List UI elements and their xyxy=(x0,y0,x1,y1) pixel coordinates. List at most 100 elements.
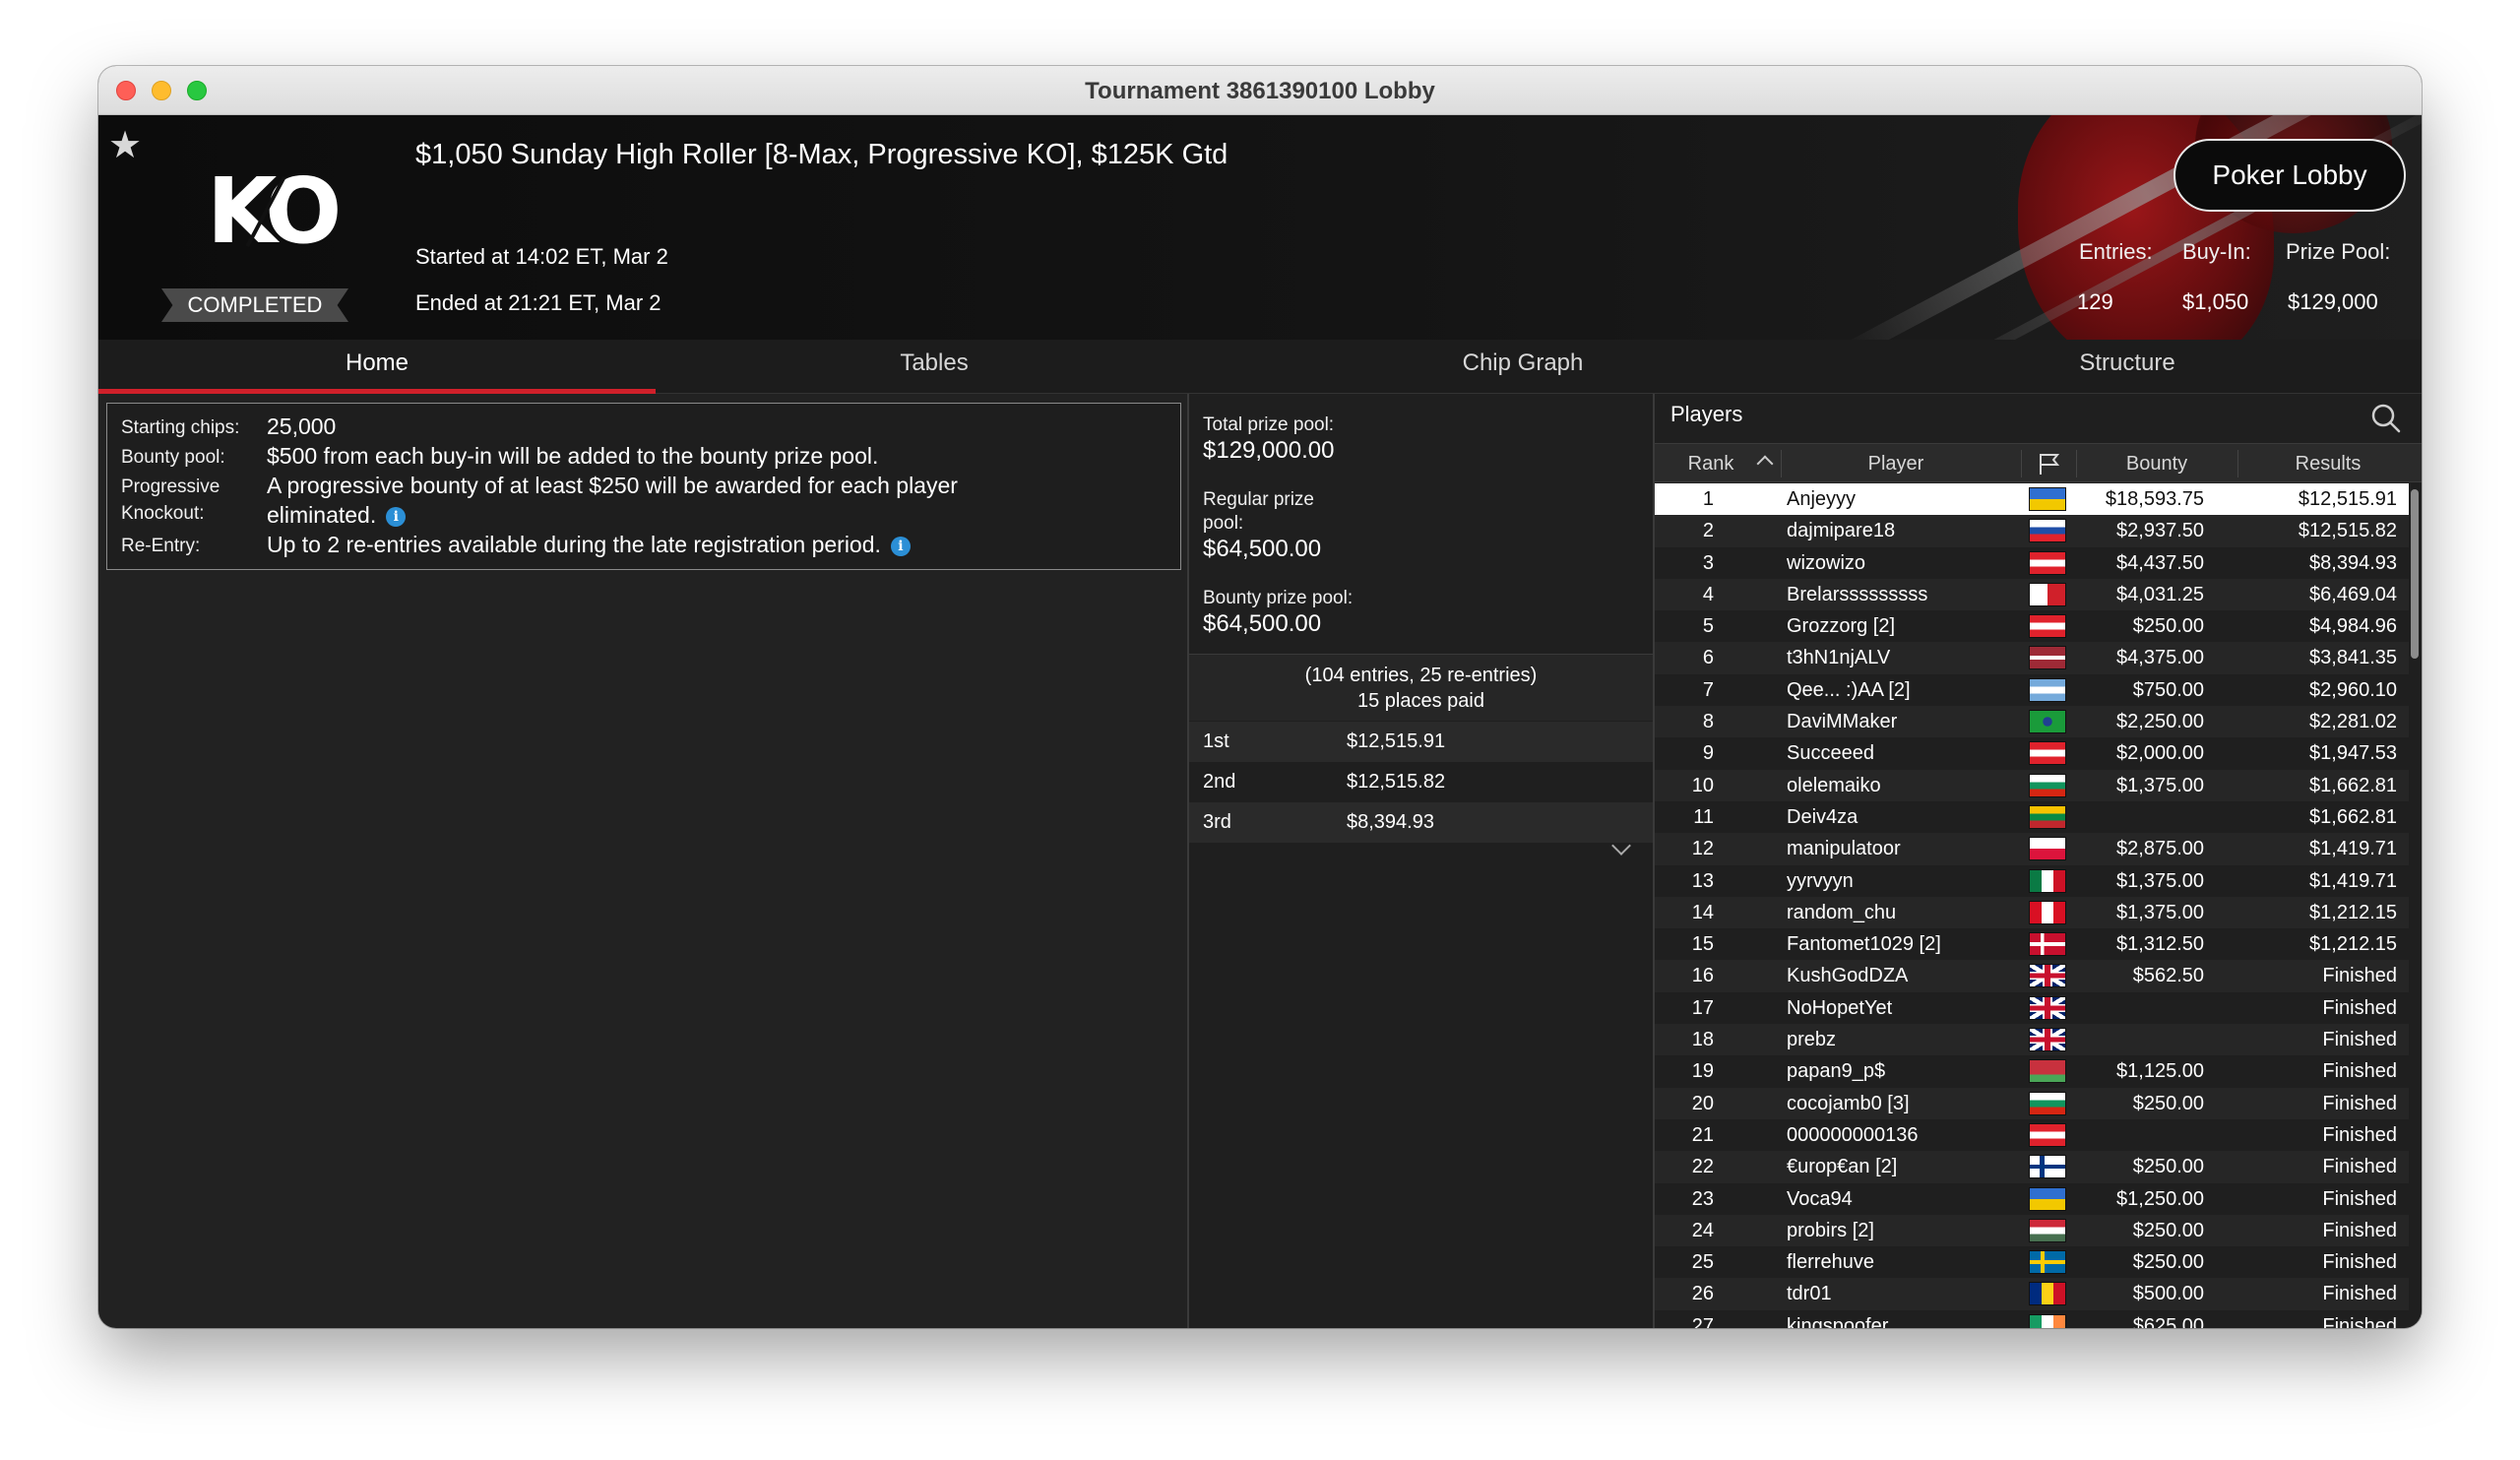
player-bounty: $2,000.00 xyxy=(2116,742,2204,765)
player-row[interactable]: 12 manipulatoor $2,875.00 $1,419.71 xyxy=(1655,833,2409,865)
player-row[interactable]: 20 cocojamb0 [3] $250.00 Finished xyxy=(1655,1087,2409,1119)
tournament-lobby-window: Tournament 3861390100 Lobby ★ KO COMPLET… xyxy=(98,66,2422,1328)
player-bounty: $250.00 xyxy=(2132,1092,2204,1114)
player-result: $6,469.04 xyxy=(2309,583,2397,605)
poker-lobby-button[interactable]: Poker Lobby xyxy=(2174,139,2406,212)
player-rank: 24 xyxy=(1691,1219,1714,1241)
starting-chips-value: 25,000 xyxy=(267,413,337,439)
total-prize-value: $129,000.00 xyxy=(1203,437,1335,464)
country-flag-icon xyxy=(2029,995,2066,1020)
player-bounty: $250.00 xyxy=(2132,1219,2204,1241)
buyin-label: Buy-In: xyxy=(2182,239,2251,264)
tab-tables[interactable]: Tables xyxy=(656,340,1213,394)
player-row[interactable]: 1 Anjeyyy $18,593.75 $12,515.91 xyxy=(1655,483,2409,516)
player-row[interactable]: 17 NoHopetYet Finished xyxy=(1655,992,2409,1024)
player-name: €urop€an [2] xyxy=(1787,1156,1898,1178)
player-row[interactable]: 24 probirs [2] $250.00 Finished xyxy=(1655,1214,2409,1247)
title-bar: Tournament 3861390100 Lobby xyxy=(98,66,2422,115)
bounty-column-header[interactable]: Bounty xyxy=(2078,444,2236,483)
flag-icon[interactable] xyxy=(2037,452,2060,476)
player-result: $1,662.81 xyxy=(2309,774,2397,796)
country-flag-icon xyxy=(2029,519,2066,543)
progressive-value-line-1: A progressive bounty of at least $250 wi… xyxy=(267,473,958,498)
search-icon[interactable] xyxy=(2371,404,2401,433)
tab-structure[interactable]: Structure xyxy=(1833,340,2422,394)
player-name: Voca94 xyxy=(1787,1187,1853,1210)
progressive-value-text: eliminated. xyxy=(267,502,377,528)
reentry-value-line: Up to 2 re-entries available during the … xyxy=(267,530,1153,559)
player-rank: 2 xyxy=(1702,520,1714,542)
player-rank: 3 xyxy=(1702,551,1714,574)
progressive-label: Progressive xyxy=(121,476,220,497)
country-flag-icon xyxy=(2029,1250,2066,1275)
player-result: $3,841.35 xyxy=(2309,647,2397,669)
player-row[interactable]: 23 Voca94 $1,250.00 Finished xyxy=(1655,1183,2409,1215)
player-result: Finished xyxy=(2322,996,2397,1019)
player-result: $12,515.82 xyxy=(2298,520,2397,542)
player-rank: 26 xyxy=(1691,1283,1714,1305)
player-rank: 23 xyxy=(1691,1187,1714,1210)
player-rank: 18 xyxy=(1691,1029,1714,1051)
started-time: Started at 14:02 ET, Mar 2 xyxy=(415,244,668,269)
player-row[interactable]: 10 olelemaiko $1,375.00 $1,662.81 xyxy=(1655,769,2409,801)
player-row[interactable]: 26 tdr01 $500.00 Finished xyxy=(1655,1278,2409,1310)
player-bounty: $1,125.00 xyxy=(2116,1060,2204,1083)
player-rank: 1 xyxy=(1702,488,1714,510)
player-result: $12,515.91 xyxy=(2298,488,2397,510)
player-rank: 5 xyxy=(1702,615,1714,638)
favorite-star-icon[interactable]: ★ xyxy=(108,123,142,167)
player-name: manipulatoor xyxy=(1787,838,1901,860)
player-row[interactable]: 8 DaviMMaker $2,250.00 $2,281.02 xyxy=(1655,706,2409,738)
country-flag-icon xyxy=(2029,1218,2066,1242)
player-result: Finished xyxy=(2322,1187,2397,1210)
player-bounty: $625.00 xyxy=(2132,1314,2204,1328)
player-row[interactable]: 13 yyrvyyn $1,375.00 $1,419.71 xyxy=(1655,865,2409,897)
player-rank: 22 xyxy=(1691,1156,1714,1178)
player-row[interactable]: 22 €urop€an [2] $250.00 Finished xyxy=(1655,1151,2409,1183)
rank-column-header[interactable]: Rank xyxy=(1655,444,1767,483)
country-flag-icon xyxy=(2029,582,2066,606)
player-row[interactable]: 5 Grozzorg [2] $250.00 $4,984.96 xyxy=(1655,610,2409,642)
player-rank: 11 xyxy=(1693,805,1714,828)
player-row[interactable]: 7 Qee... :)AA [2] $750.00 $2,960.10 xyxy=(1655,674,2409,706)
player-row[interactable]: 14 random_chu $1,375.00 $1,212.15 xyxy=(1655,896,2409,929)
player-result: $2,281.02 xyxy=(2309,711,2397,733)
player-column-header[interactable]: Player xyxy=(1783,444,2009,483)
scrollbar[interactable] xyxy=(2411,489,2419,659)
player-row[interactable]: 18 prebz Finished xyxy=(1655,1024,2409,1056)
tab-home[interactable]: Home xyxy=(98,340,656,394)
player-row[interactable]: 25 flerrehuve $250.00 Finished xyxy=(1655,1246,2409,1278)
player-result: $2,960.10 xyxy=(2309,678,2397,701)
player-row[interactable]: 27 kingspoofer $625.00 Finished xyxy=(1655,1310,2409,1328)
player-name: Deiv4za xyxy=(1787,805,1858,828)
info-icon[interactable]: i xyxy=(386,506,407,527)
info-icon[interactable]: i xyxy=(890,536,911,556)
player-rank: 15 xyxy=(1691,933,1714,956)
player-result: Finished xyxy=(2322,1251,2397,1274)
payout-place: 3rd xyxy=(1203,811,1231,833)
results-column-header[interactable]: Results xyxy=(2239,444,2417,483)
player-row[interactable]: 9 Succeeed $2,000.00 $1,947.53 xyxy=(1655,737,2409,769)
player-row[interactable]: 6 t3hN1njALV $4,375.00 $3,841.35 xyxy=(1655,642,2409,674)
payout-row: 2nd $12,515.82 xyxy=(1189,762,1653,802)
player-bounty: $250.00 xyxy=(2132,1156,2204,1178)
player-rank: 19 xyxy=(1691,1060,1714,1083)
player-row[interactable]: 4 Brelarsssssssss $4,031.25 $6,469.04 xyxy=(1655,578,2409,611)
country-flag-icon xyxy=(2029,614,2066,639)
player-row[interactable]: 2 dajmipare18 $2,937.50 $12,515.82 xyxy=(1655,515,2409,547)
player-rank: 12 xyxy=(1691,838,1714,860)
player-row[interactable]: 3 wizowizo $4,437.50 $8,394.93 xyxy=(1655,547,2409,579)
player-row[interactable]: 15 Fantomet1029 [2] $1,312.50 $1,212.15 xyxy=(1655,928,2409,960)
country-flag-icon xyxy=(2029,837,2066,861)
country-flag-icon xyxy=(2029,868,2066,893)
player-row[interactable]: 11 Deiv4za $1,662.81 xyxy=(1655,801,2409,833)
payout-place: 2nd xyxy=(1203,771,1236,793)
player-rank: 16 xyxy=(1691,965,1714,987)
tab-chip-graph[interactable]: Chip Graph xyxy=(1213,340,1833,394)
player-row[interactable]: 21 000000000136 Finished xyxy=(1655,1119,2409,1151)
reentry-value-text: Up to 2 re-entries available during the … xyxy=(267,532,881,557)
regular-prize-value: $64,500.00 xyxy=(1203,536,1322,562)
player-row[interactable]: 19 papan9_p$ $1,125.00 Finished xyxy=(1655,1055,2409,1087)
country-flag-icon xyxy=(2029,804,2066,829)
player-row[interactable]: 16 KushGodDZA $562.50 Finished xyxy=(1655,960,2409,992)
